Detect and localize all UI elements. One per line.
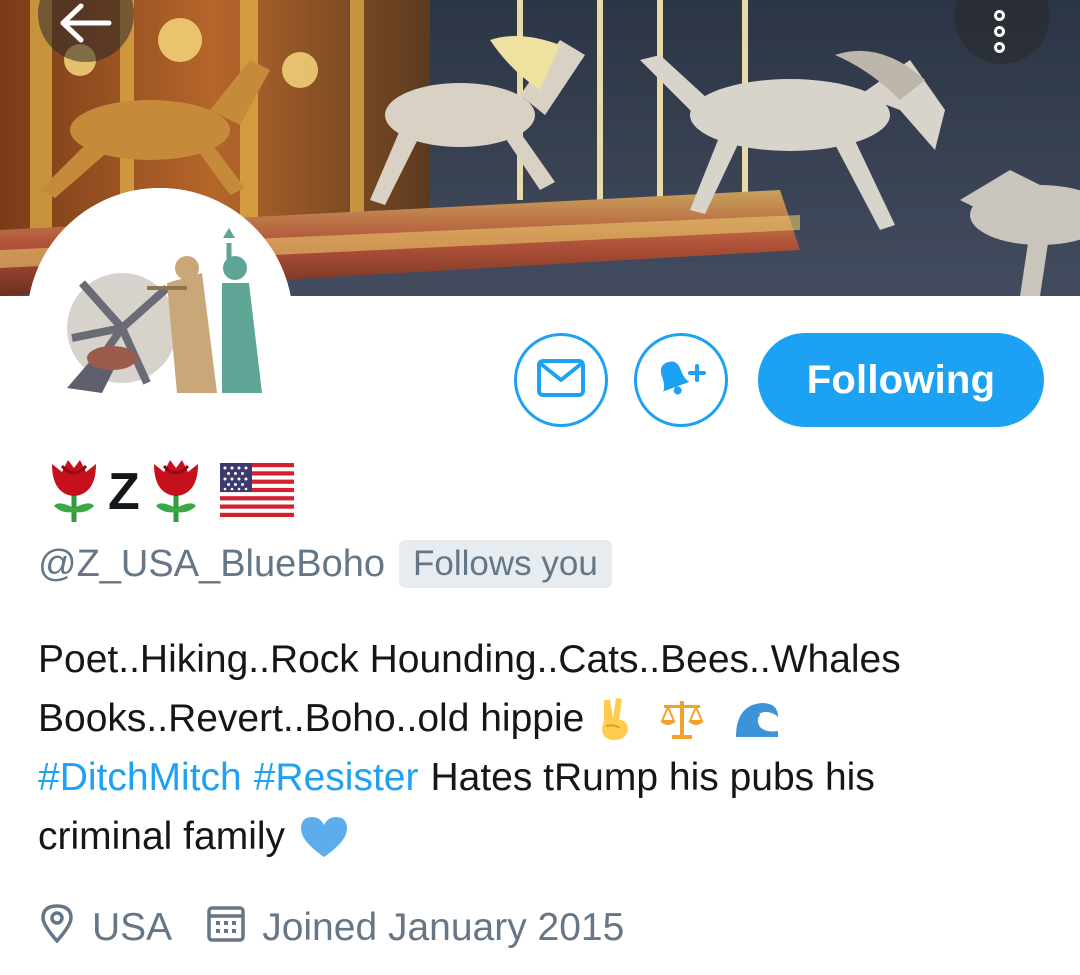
- follows-you-badge: Follows you: [399, 540, 612, 588]
- arrow-left-icon: [59, 3, 113, 48]
- handle-row: @Z_USA_BlueBoho Follows you: [38, 540, 612, 588]
- hashtag-link[interactable]: #Resister: [254, 748, 419, 807]
- blue-heart-icon: [299, 815, 349, 859]
- profile-handle: @Z_USA_BlueBoho: [38, 542, 385, 585]
- envelope-icon: [536, 358, 586, 403]
- bio-line: Poet..Hiking..Rock Hounding..Cats..Bees.…: [38, 630, 1048, 689]
- wave-icon: [732, 697, 782, 741]
- notify-button[interactable]: [634, 333, 728, 427]
- scales-icon: [658, 697, 706, 741]
- profile-bio: Poet..Hiking..Rock Hounding..Cats..Bees.…: [38, 630, 1048, 866]
- bio-text: Poet..Hiking..Rock Hounding..Cats..Bees.…: [38, 638, 901, 681]
- bio-text: Hates tRump his pubs his: [430, 756, 875, 799]
- rose-icon: [48, 456, 100, 529]
- bio-text: criminal family: [38, 815, 286, 858]
- avatar[interactable]: [27, 188, 293, 454]
- hashtag-link[interactable]: #DitchMitch: [38, 748, 242, 807]
- following-button[interactable]: Following: [758, 333, 1044, 427]
- message-button[interactable]: [514, 333, 608, 427]
- calendar-icon: [206, 903, 246, 953]
- display-name-letter: Z: [108, 463, 140, 521]
- location-text: USA: [92, 906, 173, 949]
- bio-line: #DitchMitch #Resister Hates tRump his pu…: [38, 748, 1048, 807]
- location-pin-icon: [38, 903, 76, 953]
- bio-line: Books..Revert..Boho..old hippie: [38, 689, 1048, 748]
- display-name: Z: [48, 452, 294, 532]
- profile-meta: USA Joined January 2015: [38, 903, 624, 953]
- joined-date: Joined January 2015: [262, 906, 625, 949]
- bio-text: Books..Revert..Boho..old hippie: [38, 697, 585, 740]
- bell-plus-icon: [653, 356, 709, 405]
- victory-hand-icon: [594, 696, 636, 742]
- bio-line: criminal family: [38, 807, 1048, 866]
- rose-icon: [150, 456, 202, 529]
- us-flag-icon: [219, 462, 294, 522]
- following-label: Following: [806, 357, 996, 402]
